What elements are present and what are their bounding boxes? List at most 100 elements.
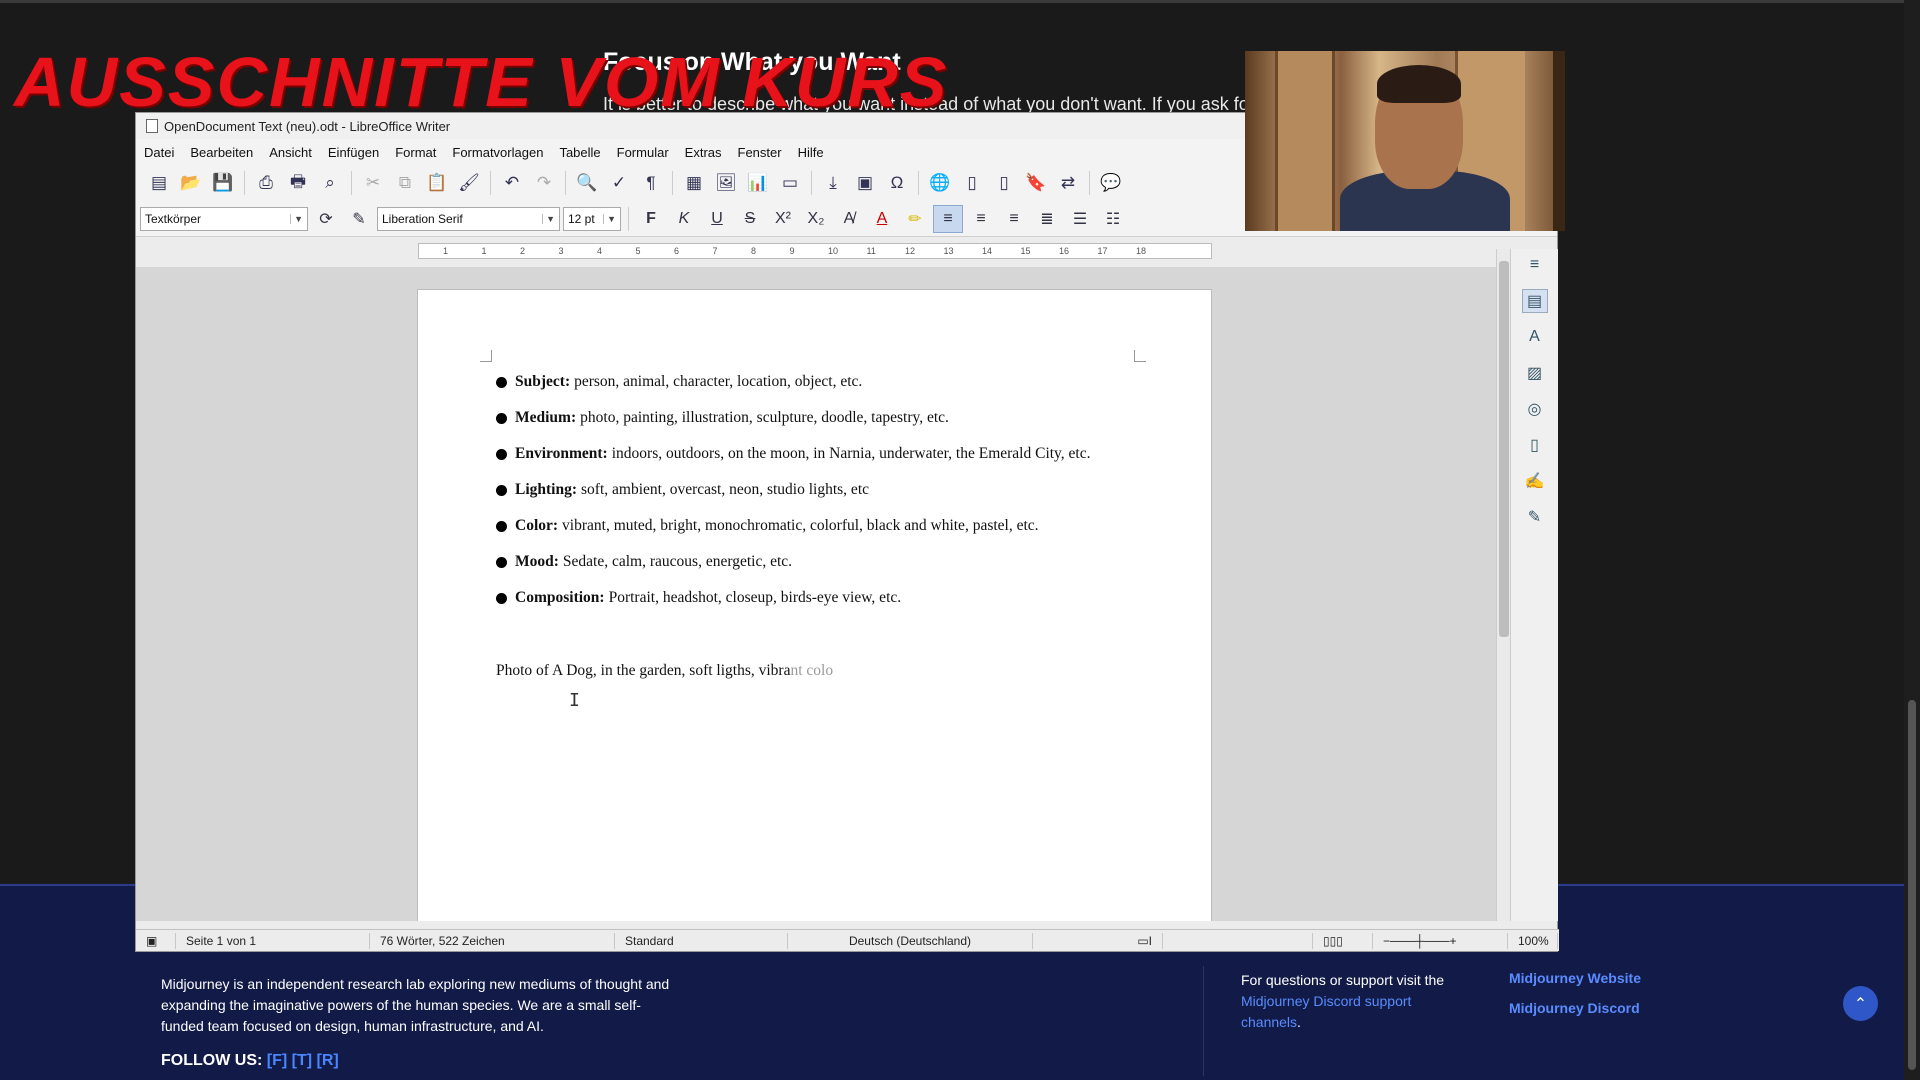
insert-field-icon[interactable]: ▣ — [850, 169, 880, 197]
status-bar: ▣ Seite 1 von 1 76 Wörter, 522 Zeichen S… — [136, 929, 1559, 951]
status-word-count[interactable]: 76 Wörter, 522 Zeichen — [370, 932, 615, 949]
redo-icon[interactable]: ↷ — [529, 169, 559, 197]
footer-links: Midjourney Website Midjourney Discord — [1509, 970, 1641, 1030]
bullet-item: Environment: indoors, outdoors, on the mo… — [496, 436, 1091, 472]
insert-mode-icon[interactable]: ▭I — [1033, 932, 1163, 949]
ruler-number: 4 — [597, 246, 603, 256]
status-page[interactable]: Seite 1 von 1 — [176, 932, 370, 949]
view-layout-icon[interactable]: ▯▯▯ — [1313, 932, 1373, 949]
chevron-down-icon: ▼ — [290, 213, 303, 224]
navigator-icon[interactable]: ◎ — [1522, 397, 1548, 421]
strikethrough-icon[interactable]: S — [735, 205, 765, 233]
menu-fenster[interactable]: Fenster — [738, 145, 782, 160]
align-center-icon[interactable]: ≡ — [966, 205, 996, 233]
page-icon[interactable]: ▯ — [1522, 433, 1548, 457]
status-language[interactable]: Deutsch (Deutschland) — [788, 932, 1033, 949]
sidebar-menu-icon[interactable]: ≡ — [1522, 253, 1548, 277]
find-replace-icon[interactable]: 🔍 — [572, 169, 602, 197]
italic-icon[interactable]: K — [669, 205, 699, 233]
underline-icon[interactable]: U — [702, 205, 732, 233]
insert-table-icon[interactable]: ▦ — [679, 169, 709, 197]
bullet-item: Mood: Sedate, calm, raucous, energetic, e… — [496, 544, 1091, 580]
browser-scrollbar-thumb[interactable] — [1908, 700, 1916, 1070]
bullet-label: Composition: — [515, 589, 605, 606]
menu-formular[interactable]: Formular — [617, 145, 669, 160]
highlight-icon[interactable]: ✏ — [900, 205, 930, 233]
ruler-number: 14 — [982, 246, 993, 256]
menu-einfuegen[interactable]: Einfügen — [328, 145, 379, 160]
insert-image-icon[interactable]: 🖼 — [711, 169, 741, 197]
align-left-icon[interactable]: ≡ — [933, 204, 963, 233]
menu-datei[interactable]: Datei — [144, 145, 174, 160]
clear-formatting-icon[interactable]: A̸ — [834, 205, 864, 233]
bookmark-icon[interactable]: 🔖 — [1021, 169, 1051, 197]
print-icon[interactable]: 🖶 — [283, 169, 313, 197]
menu-tabelle[interactable]: Tabelle — [559, 145, 600, 160]
page-break-icon[interactable]: ⤓ — [818, 169, 848, 197]
menu-hilfe[interactable]: Hilfe — [798, 145, 824, 160]
export-pdf-icon[interactable]: ⎙ — [251, 169, 281, 197]
bullet-dot-icon — [496, 592, 507, 604]
browser-scrollbar[interactable] — [1904, 0, 1920, 1080]
doc-modified-icon[interactable]: ▣ — [136, 932, 176, 949]
paragraph-style-select[interactable]: Textkörper ▼ — [140, 206, 308, 231]
update-style-icon[interactable]: ⟳ — [311, 205, 341, 233]
font-size-select[interactable]: 12 pt ▼ — [563, 206, 621, 231]
zoom-slider[interactable]: −───┼───+ — [1373, 932, 1508, 949]
insert-chart-icon[interactable]: 📊 — [743, 169, 773, 197]
font-name-select[interactable]: Liberation Serif ▼ — [377, 206, 560, 231]
subscript-icon[interactable]: X₂ — [801, 205, 831, 233]
scroll-to-top-button[interactable]: ⌃ — [1843, 986, 1878, 1021]
manage-changes-icon[interactable]: ✎ — [1522, 505, 1548, 529]
numbered-list-icon[interactable]: ☷ — [1098, 205, 1128, 233]
toolbar-separator — [244, 171, 245, 195]
sidebar-deck: ≡ ▤ A ▨ ◎ ▯ ✍ ✎ — [1510, 249, 1558, 921]
comment-icon[interactable]: 💬 — [1096, 169, 1126, 197]
horizontal-ruler[interactable]: 1 1 2 3 4 5 6 7 8 9 10 11 12 13 14 15 16 17 18 — [418, 243, 1212, 259]
follow-links[interactable]: [F] [T] [R] — [267, 1052, 339, 1069]
scrollbar-thumb[interactable] — [1499, 261, 1509, 637]
gallery-icon[interactable]: ▨ — [1522, 361, 1548, 385]
status-page-style[interactable]: Standard — [615, 932, 788, 949]
vertical-scrollbar[interactable] — [1496, 249, 1510, 921]
link-midjourney-website[interactable]: Midjourney Website — [1509, 970, 1641, 986]
copy-icon[interactable]: ⧉ — [390, 169, 420, 197]
endnote-icon[interactable]: ▯ — [989, 169, 1019, 197]
new-style-icon[interactable]: ✎ — [344, 205, 374, 233]
open-folder-icon[interactable]: 📂 — [176, 169, 206, 197]
justify-icon[interactable]: ≣ — [1032, 205, 1062, 233]
insert-textbox-icon[interactable]: ▭ — [775, 169, 805, 197]
bullet-label: Color: — [515, 517, 559, 534]
print-preview-icon[interactable]: ⌕ — [315, 169, 345, 197]
special-character-icon[interactable]: Ω — [882, 169, 912, 197]
undo-icon[interactable]: ↶ — [497, 169, 527, 197]
status-zoom[interactable]: 100% — [1508, 932, 1558, 949]
paste-icon[interactable]: 📋 — [422, 169, 452, 197]
new-document-icon[interactable]: ▤ — [144, 169, 174, 197]
menu-extras[interactable]: Extras — [685, 145, 722, 160]
spellcheck-icon[interactable]: ✓ — [604, 169, 634, 197]
formatting-marks-icon[interactable]: ¶ — [636, 169, 666, 197]
menu-bearbeiten[interactable]: Bearbeiten — [190, 145, 253, 160]
align-right-icon[interactable]: ≡ — [999, 205, 1029, 233]
superscript-icon[interactable]: X² — [768, 205, 798, 233]
bullet-list-icon[interactable]: ☰ — [1065, 205, 1095, 233]
cut-icon[interactable]: ✂ — [358, 169, 388, 197]
hyperlink-icon[interactable]: 🌐 — [925, 169, 955, 197]
libreoffice-writer-window: OpenDocument Text (neu).odt - LibreOffic… — [135, 112, 1559, 952]
styles-icon[interactable]: A — [1522, 325, 1548, 349]
clone-formatting-icon[interactable]: 🖌 — [454, 169, 484, 197]
bold-icon[interactable]: F — [636, 205, 666, 233]
link-midjourney-discord[interactable]: Midjourney Discord — [1509, 1000, 1641, 1016]
save-icon[interactable]: 💾 — [208, 169, 238, 197]
cross-reference-icon[interactable]: ⇄ — [1053, 169, 1083, 197]
menu-ansicht[interactable]: Ansicht — [269, 145, 312, 160]
menu-formatvorlagen[interactable]: Formatvorlagen — [452, 145, 543, 160]
footnote-icon[interactable]: ▯ — [957, 169, 987, 197]
support-link[interactable]: Midjourney Discord support channels — [1241, 993, 1411, 1030]
font-color-icon[interactable]: A — [867, 205, 897, 233]
properties-icon[interactable]: ▤ — [1521, 289, 1548, 313]
menu-format[interactable]: Format — [395, 145, 436, 160]
document-page[interactable]: Subject: person, animal, character, locat… — [417, 289, 1212, 921]
style-inspector-icon[interactable]: ✍ — [1522, 469, 1548, 493]
